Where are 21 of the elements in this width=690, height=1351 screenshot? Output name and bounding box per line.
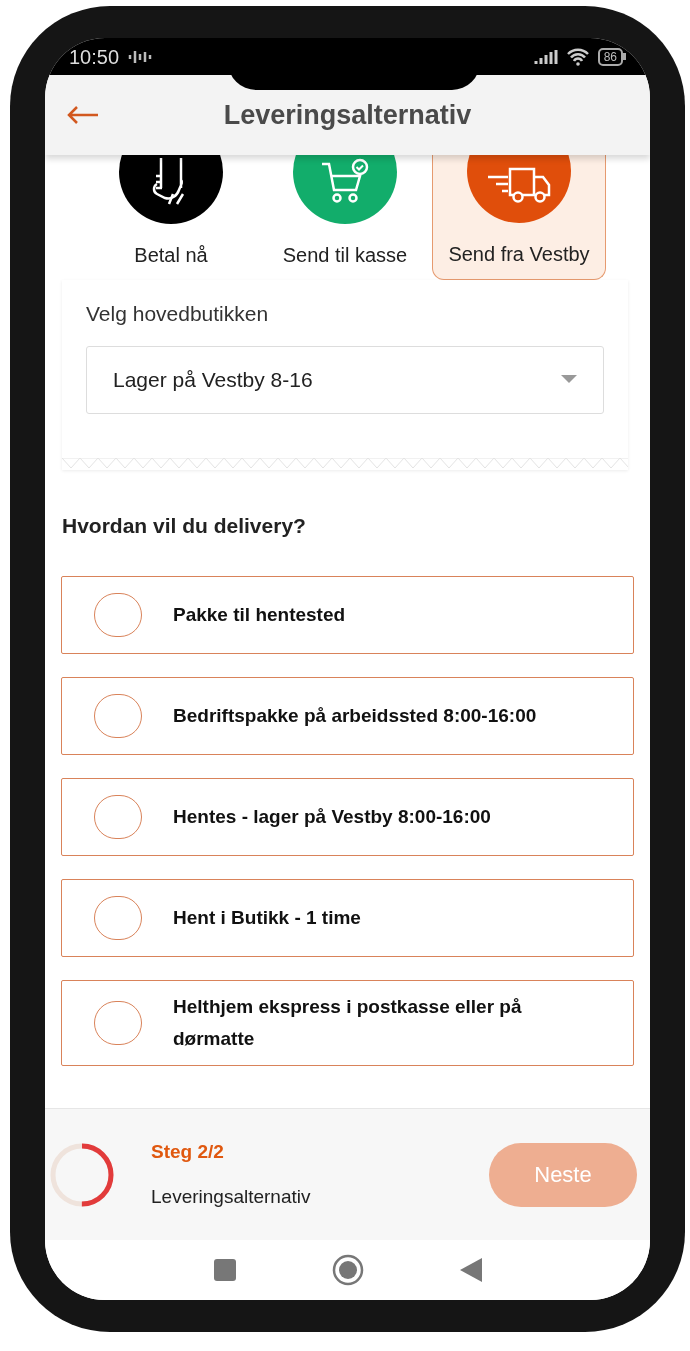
delivery-option[interactable]: Hentes - lager på Vestby 8:00-16:00 <box>61 777 634 856</box>
option-label: Bedriftspakke på arbeidssted 8:00-16:00 <box>173 703 538 728</box>
delivery-method-tab[interactable]: Send til kasse <box>258 155 432 280</box>
delivery-method-tab[interactable]: Send fra Vestby <box>432 155 606 280</box>
delivery-method-tab[interactable]: Betal nå <box>84 155 258 280</box>
option-label: Helthjem ekspress i postkasse eller på dørmatte <box>173 994 523 1051</box>
step-counter: Steg 2/2 <box>151 1140 225 1164</box>
delivery-option[interactable]: Hent i Butikk - 1 time <box>61 878 634 957</box>
step-name: Leveringsalternativ <box>151 1184 311 1209</box>
field-label: Velg hovedbutikken <box>86 301 270 327</box>
question-text: Hvordan vil du delivery? <box>62 513 307 539</box>
status-time: 10:50 <box>69 44 120 70</box>
delivery-option[interactable]: Helthjem ekspress i postkasse eller på dørmatte <box>61 979 634 1066</box>
screen-title: Leveringsalternativ <box>223 98 472 132</box>
store-dropdown[interactable]: Lager på Vestby 8-16 <box>86 345 604 414</box>
delivery-option[interactable]: Bedriftspakke på arbeidssted 8:00-16:00 <box>61 676 634 755</box>
battery-level: 86 <box>603 50 617 63</box>
delivery-option[interactable]: Pakke til hentested <box>61 575 634 654</box>
option-label: Hentes - lager på Vestby 8:00-16:00 <box>173 804 492 829</box>
option-label: Pakke til hentested <box>173 602 347 627</box>
option-label: Hent i Butikk - 1 time <box>173 905 362 930</box>
